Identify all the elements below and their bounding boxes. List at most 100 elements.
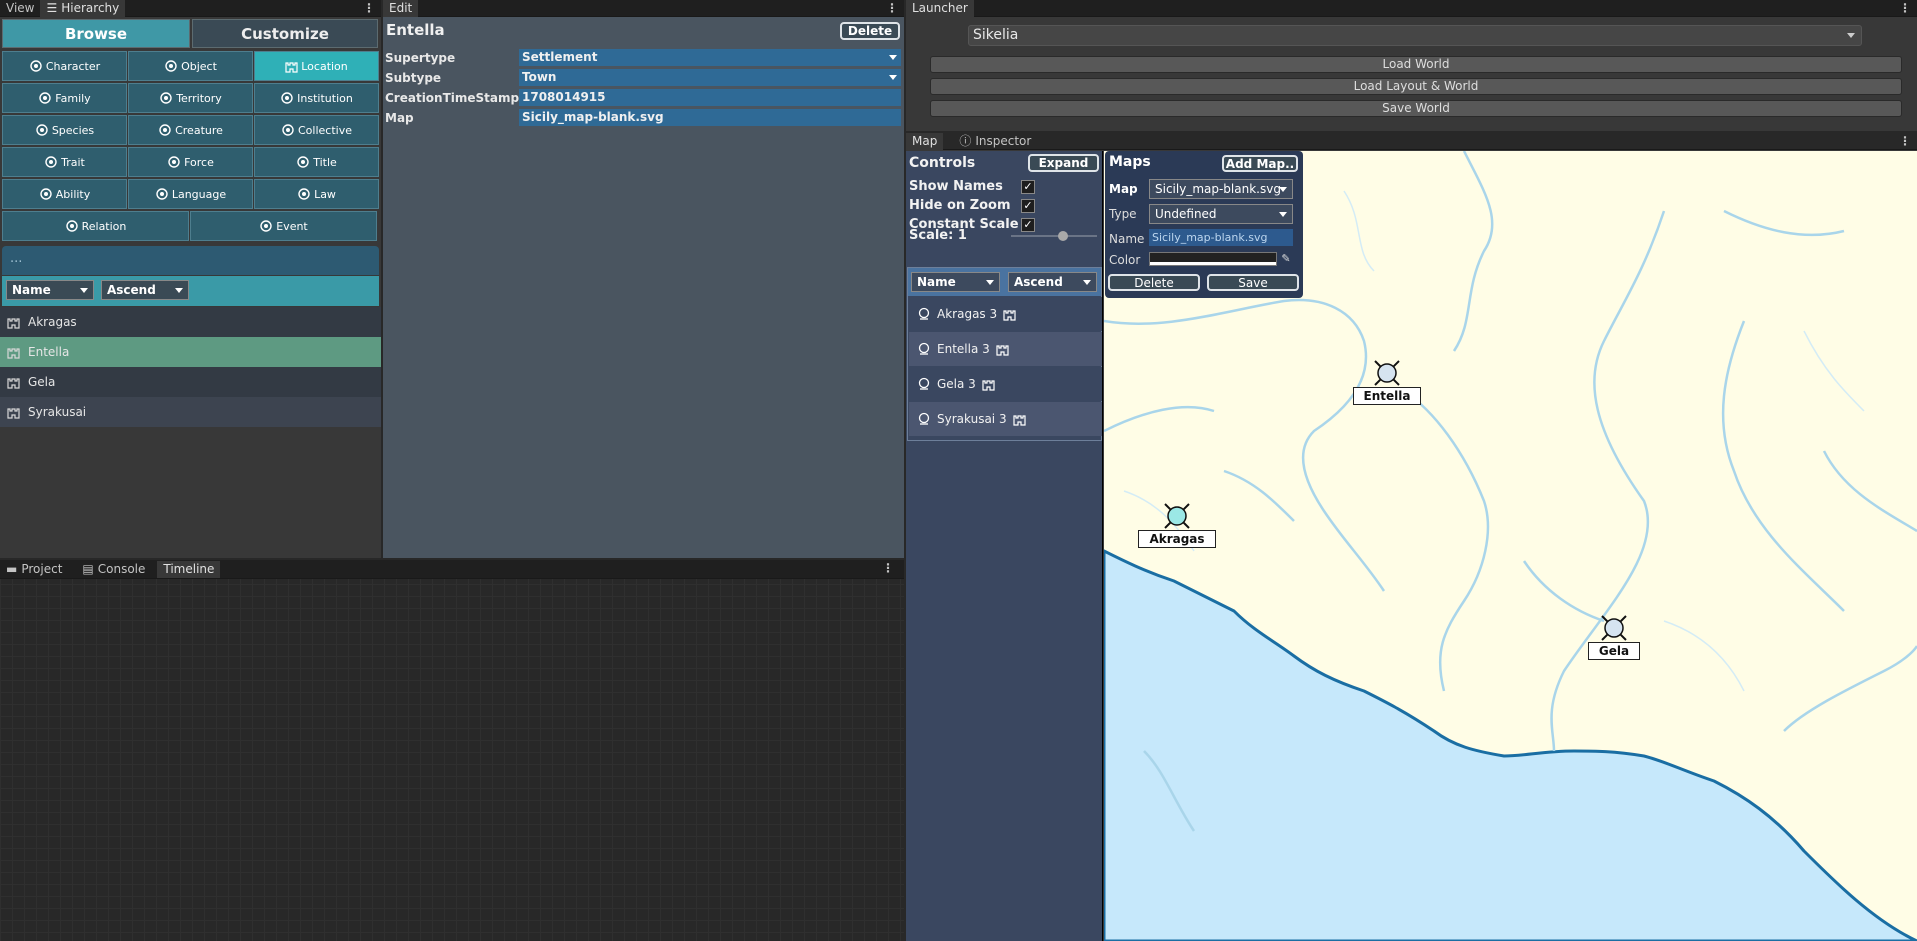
category-territory[interactable]: Territory — [128, 83, 253, 113]
tab-timeline[interactable]: Timeline — [157, 560, 221, 578]
color-swatch[interactable] — [1149, 252, 1277, 266]
type-select[interactable]: Undefined — [1149, 204, 1293, 224]
name-label: Name — [1109, 232, 1145, 246]
field-input[interactable]: Sicily_map-blank.svg — [519, 109, 901, 126]
category-object[interactable]: Object — [128, 51, 253, 81]
save-world-button[interactable]: Save World — [930, 100, 1902, 117]
toggle-checkbox[interactable]: ✓ — [1021, 180, 1035, 194]
edit-title: Entella — [386, 21, 445, 39]
hierarchy-tabbar: View ☰ Hierarchy — [0, 0, 381, 17]
character-icon — [29, 59, 43, 73]
territory-icon — [159, 91, 173, 105]
category-label: Force — [184, 155, 214, 169]
scale-slider-thumb[interactable] — [1057, 231, 1068, 241]
color-alpha-bar — [1150, 262, 1276, 265]
category-event[interactable]: Event — [190, 211, 377, 241]
map-marker[interactable]: Entella — [1345, 357, 1429, 406]
category-label: Character — [45, 59, 101, 73]
eyedropper-icon[interactable]: ✎ — [1279, 251, 1293, 266]
controls-item-label: Syrakusai 3 — [937, 412, 1007, 426]
maps-delete-button[interactable]: Delete — [1108, 274, 1200, 291]
category-collective[interactable]: Collective — [254, 115, 379, 145]
tab-inspector[interactable]: ⓘ Inspector — [953, 133, 1037, 150]
edit-delete-button[interactable]: Delete — [840, 22, 900, 40]
institution-icon — [280, 91, 294, 105]
timeline-menu-icon[interactable]: ⋮ — [882, 560, 894, 577]
category-relation[interactable]: Relation — [2, 211, 189, 241]
category-ability[interactable]: Ability — [2, 179, 127, 209]
list-item[interactable]: Akragas — [0, 307, 381, 337]
map-select[interactable]: Sicily_map-blank.svg — [1149, 179, 1293, 199]
tab-view[interactable]: View — [0, 0, 40, 17]
category-creature[interactable]: Creature — [128, 115, 253, 145]
category-family[interactable]: Family — [2, 83, 127, 113]
category-character[interactable]: Character — [2, 51, 127, 81]
launcher-menu-icon[interactable]: ⋮ — [1899, 0, 1911, 17]
maps-save-button[interactable]: Save — [1207, 274, 1299, 291]
category-location[interactable]: Location — [254, 51, 379, 81]
tab-launcher[interactable]: Launcher — [906, 0, 974, 17]
field-row: CreationTimeStamp — [385, 89, 519, 107]
field-dropdown[interactable]: Town — [519, 69, 901, 86]
edit-menu-icon[interactable]: ⋮ — [886, 0, 898, 17]
controls-list-item[interactable]: Akragas 3 — [909, 297, 1102, 331]
expand-button[interactable]: Expand — [1028, 154, 1099, 172]
field-input[interactable]: 1708014915 — [519, 89, 901, 106]
controls-sort-order-dropdown[interactable]: Ascend — [1008, 272, 1097, 292]
species-icon — [35, 123, 49, 137]
category-language[interactable]: Language — [128, 179, 253, 209]
console-icon: ▤ — [82, 561, 94, 576]
category-title[interactable]: Title — [254, 147, 379, 177]
field-dropdown[interactable]: Settlement — [519, 49, 901, 66]
category-label: Location — [301, 59, 348, 73]
controls-list-item[interactable]: Gela 3 — [909, 367, 1102, 401]
map-marker-label: Gela — [1580, 642, 1648, 661]
controls-panel: Controls Expand Show Names ✓ Hide on Zoom ✓… — [906, 151, 1103, 941]
filter-input[interactable]: ... — [2, 246, 379, 275]
timeline-panel[interactable]: ▬ Project ▤ Console Timeline ⋮ — [0, 560, 904, 941]
category-institution[interactable]: Institution — [254, 83, 379, 113]
tab-project[interactable]: ▬ Project — [0, 561, 68, 578]
controls-sort-field-dropdown[interactable]: Name — [911, 272, 1000, 292]
map-marker[interactable]: Gela — [1574, 612, 1654, 661]
world-select[interactable]: Sikelia — [968, 25, 1862, 46]
family-icon — [38, 91, 52, 105]
browse-button[interactable]: Browse — [2, 19, 190, 48]
creature-icon — [158, 123, 172, 137]
category-label: Event — [276, 219, 308, 233]
list-item[interactable]: Entella — [0, 337, 381, 367]
tab-edit[interactable]: Edit — [383, 0, 419, 17]
field-row: Supertype — [385, 49, 517, 67]
customize-button[interactable]: Customize — [192, 19, 378, 48]
category-trait[interactable]: Trait — [2, 147, 127, 177]
list-item[interactable]: Syrakusai — [0, 397, 381, 427]
map-menu-icon[interactable]: ⋮ — [1899, 133, 1911, 150]
hierarchy-menu-icon[interactable]: ⋮ — [363, 0, 375, 17]
controls-list-item[interactable]: Entella 3 — [909, 332, 1102, 366]
tab-hierarchy[interactable]: ☰ Hierarchy — [40, 0, 126, 17]
controls-sort-bar: Name Ascend — [908, 268, 1101, 296]
add-map-button[interactable]: Add Map.. — [1222, 155, 1298, 172]
controls-title: Controls — [909, 155, 976, 171]
load-world-button[interactable]: Load World — [930, 56, 1902, 73]
name-input[interactable]: Sicily_map-blank.svg — [1149, 229, 1293, 246]
list-item[interactable]: Gela — [0, 367, 381, 397]
tab-map[interactable]: Map — [906, 132, 944, 150]
toggle-checkbox[interactable]: ✓ — [1021, 218, 1035, 232]
tab-project-label: Project — [21, 561, 63, 576]
category-force[interactable]: Force — [128, 147, 253, 177]
field-label: Subtype — [385, 71, 442, 85]
load-layout-world-button[interactable]: Load Layout & World — [930, 78, 1902, 95]
toggle-checkbox[interactable]: ✓ — [1021, 199, 1035, 213]
castle-icon — [1012, 413, 1026, 426]
language-icon — [155, 187, 169, 201]
category-law[interactable]: Law — [254, 179, 379, 209]
scale-slider[interactable] — [1011, 231, 1097, 241]
category-species[interactable]: Species — [2, 115, 127, 145]
sort-field-dropdown[interactable]: Name — [6, 280, 94, 300]
launcher-tabbar: Launcher — [906, 0, 1917, 17]
controls-list-item[interactable]: Syrakusai 3 — [909, 402, 1102, 436]
map-marker[interactable]: Akragas — [1131, 500, 1223, 549]
tab-console[interactable]: ▤ Console — [76, 561, 151, 578]
sort-order-dropdown[interactable]: Ascend — [101, 280, 189, 300]
